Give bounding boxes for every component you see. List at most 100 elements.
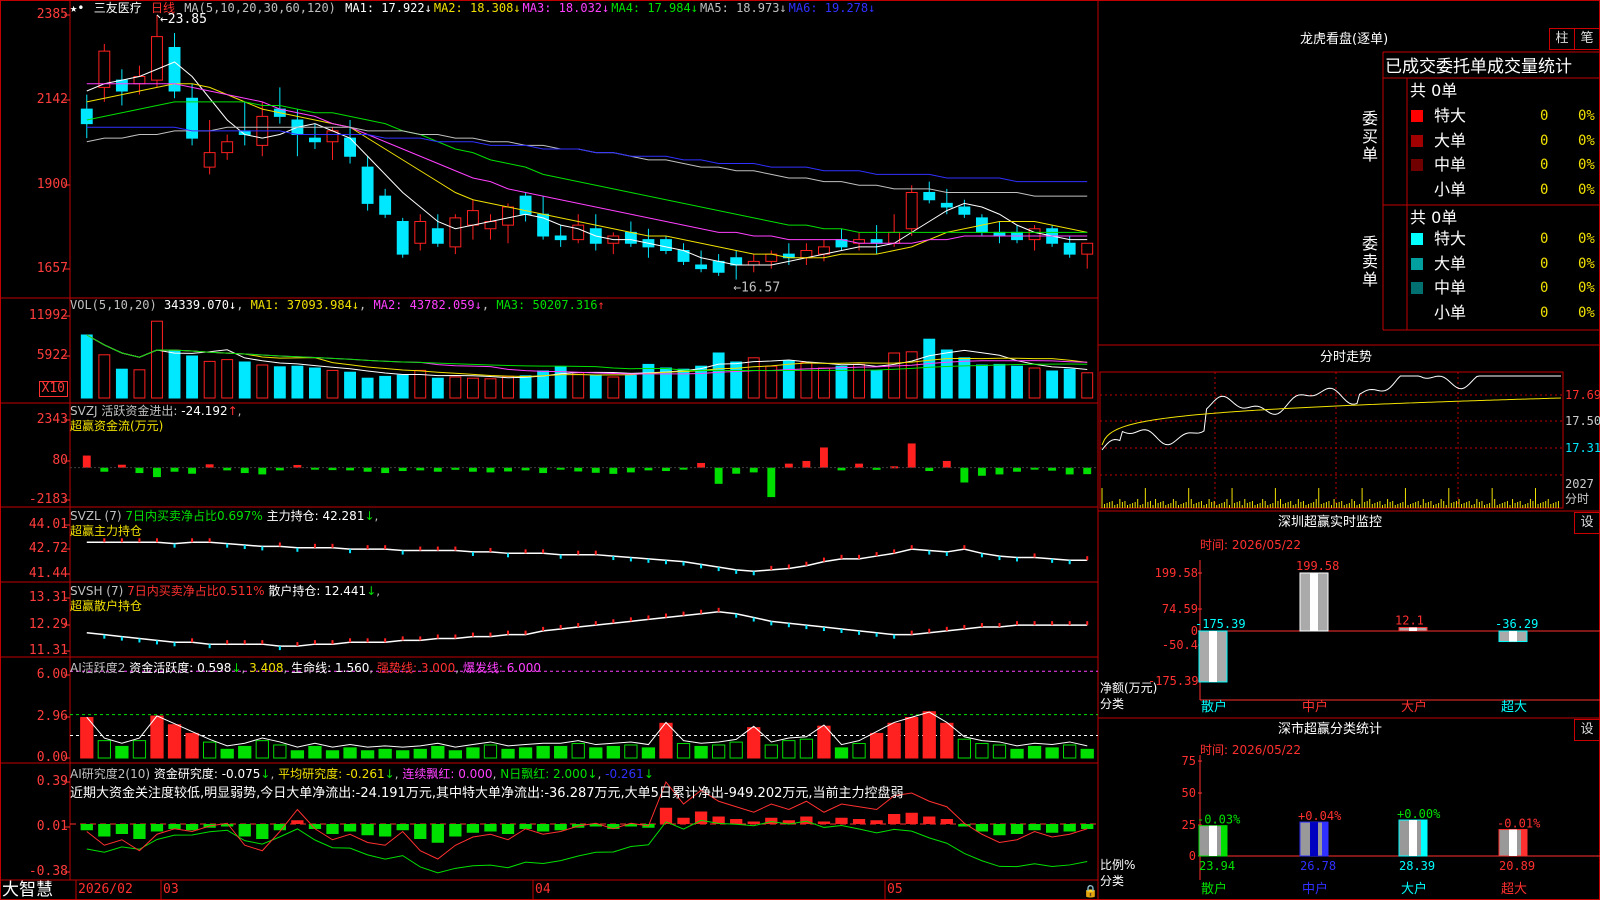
ai2-nred: N日飘红: 2.000	[500, 767, 588, 781]
svzl-tick	[682, 561, 685, 566]
svsh-tick	[805, 625, 808, 630]
classify-settings-button[interactable]: 设	[1574, 719, 1600, 741]
svsh-tick-2: 11.31	[28, 643, 68, 658]
svzl-tick	[296, 547, 299, 552]
vol-ma2-arrow: ↓	[474, 298, 482, 312]
period-label[interactable]: 日线	[151, 1, 175, 15]
ai1-bar	[799, 738, 814, 759]
ai1-bar	[396, 750, 410, 759]
svzl-tick	[243, 545, 246, 550]
volume-bar	[1046, 370, 1059, 399]
ai2-label: AI研究度2(10)	[70, 767, 151, 781]
ai2-bar	[677, 817, 690, 824]
svzl-header: SVZL (7) 7日内买卖净占比0.697% 主力持仓: 42.281↓,	[70, 509, 379, 523]
ai2-bar	[484, 824, 497, 832]
svsh-tick	[1033, 621, 1036, 626]
ai2-bar	[343, 824, 357, 832]
volume-bar	[589, 374, 602, 399]
ai1-bar	[360, 750, 375, 759]
svzl-tick	[805, 561, 808, 566]
volume-bar	[712, 352, 725, 399]
sell_rows-name-0: 特大	[1434, 229, 1467, 248]
buy_rows-count-2: 0	[1540, 157, 1549, 173]
ma6-value: MA6: 19.278↓	[788, 1, 876, 15]
svzj-tick-1: 80	[52, 453, 68, 468]
ai2-bar	[326, 824, 339, 834]
svsh-tick	[735, 613, 738, 618]
svzl-tick	[612, 556, 615, 561]
monitor-bar-shine	[1409, 627, 1417, 631]
lock-icon[interactable]: 🔒	[1083, 884, 1098, 898]
ai2-bar	[115, 824, 129, 834]
vol-ma2: MA2: 43782.059	[373, 298, 475, 312]
svsh-tick	[384, 638, 387, 643]
sell_rows-count-0: 0	[1540, 231, 1549, 247]
svzl-tick	[103, 538, 106, 543]
tick-mode-button[interactable]: 笔	[1574, 28, 1600, 50]
svzl-sub: 超赢主力持仓	[70, 524, 143, 538]
stage: ←23.85 ←16.57 -175.39 散户 199.58 中户 12.1 大户 -36.2…	[0, 0, 1600, 900]
monitor-settings-button[interactable]: 设	[1574, 512, 1600, 534]
ai1-bar	[887, 722, 901, 759]
ma-line-ma6	[86, 126, 1088, 183]
intraday-title[interactable]: 分时走势	[1320, 351, 1372, 365]
svzl-tick	[454, 546, 457, 551]
candle-body	[870, 239, 883, 244]
ma3-value: MA3: 18.032↓	[522, 1, 610, 15]
ai1-bar	[869, 732, 884, 759]
classify-category-3: 超大	[1501, 882, 1527, 897]
intraday-vol-unit: 分时	[1565, 492, 1590, 506]
ai2-bar	[852, 819, 866, 824]
svzj-bar	[433, 467, 442, 472]
svzj-bar	[626, 467, 635, 473]
svzj-bar	[1065, 467, 1074, 475]
svsh-ratio: 7日内买卖净占比0.511%	[127, 584, 265, 598]
monitor-category-2: 大户	[1401, 699, 1427, 715]
stock-name[interactable]: 三友医疗	[94, 1, 142, 15]
ai1-bar	[378, 748, 392, 759]
svzl-tick	[384, 545, 387, 550]
sell_rows-pct-0: 0%	[1578, 231, 1595, 247]
candle-body	[923, 192, 936, 201]
svsh-tick	[471, 632, 474, 637]
svsh-tick	[120, 636, 123, 641]
ai2-bar	[238, 824, 251, 837]
ai1-bar	[325, 750, 340, 759]
intraday-volume	[1101, 488, 1559, 508]
ai2-bar	[554, 824, 567, 831]
ai2-bar	[449, 824, 462, 837]
ai2-bar	[975, 824, 989, 832]
svzl-tick	[858, 554, 861, 559]
ai1-label: AI活跃度2	[70, 661, 126, 675]
vol-ma3: MA3: 50207.316	[496, 298, 598, 312]
ai2-bar	[185, 824, 199, 831]
svsh-tick	[261, 640, 264, 645]
bar-mode-button[interactable]: 柱	[1549, 28, 1575, 50]
ai2-bar	[291, 820, 304, 824]
ma2-value: MA2: 18.308↓	[433, 1, 521, 15]
price-header: ★• 三友医疗 日线 MA(5,10,20,30,60,120) MA1: 17…	[70, 1, 879, 15]
candle-body	[554, 235, 567, 241]
brand-logo: 大智慧	[2, 880, 53, 900]
candle-body	[309, 137, 321, 143]
svzj-bar	[135, 467, 144, 474]
sell_rows-pct-3: 0%	[1578, 304, 1595, 321]
monitor-bar-2	[1398, 626, 1428, 632]
svsh-tick	[313, 640, 316, 645]
volume-bar	[396, 374, 409, 399]
classify-bar-edge	[1521, 829, 1527, 856]
svzl-tick	[191, 538, 194, 543]
candle-body	[905, 192, 918, 230]
ai1-bar	[957, 738, 972, 759]
volume-bar	[361, 377, 374, 399]
vol-header: VOL(5,10,20) 34339.070↓, MA1: 37093.984↓…	[70, 298, 605, 312]
svsh-tick	[928, 628, 931, 633]
ai1-v2: 3.408	[249, 661, 284, 675]
ai2-header: AI研究度2(10) 资金研究度: -0.075↓, 平均研究度: -0.261…	[70, 767, 654, 781]
volume-bar	[624, 374, 637, 399]
svsh-arrow: ↓	[366, 584, 377, 598]
volume-bar	[484, 378, 497, 399]
ai2-bar	[870, 820, 883, 824]
ai2-bar	[905, 812, 918, 824]
svsh-tick	[998, 623, 1001, 628]
